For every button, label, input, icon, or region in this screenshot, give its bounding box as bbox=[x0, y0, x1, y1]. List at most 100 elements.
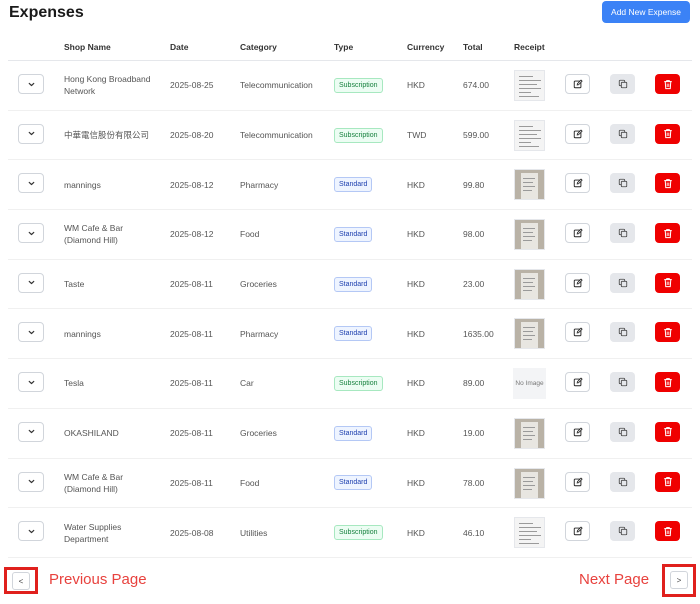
receipt-thumbnail[interactable] bbox=[514, 169, 545, 201]
expense-date: 2025-08-12 bbox=[170, 229, 214, 240]
edit-icon bbox=[573, 427, 583, 437]
chevron-down-icon bbox=[27, 80, 36, 89]
expense-total: 674.00 bbox=[463, 80, 489, 91]
expense-category: Food bbox=[240, 477, 260, 488]
expense-currency: HKD bbox=[407, 229, 425, 240]
trash-icon bbox=[663, 79, 673, 90]
delete-button[interactable] bbox=[655, 74, 680, 94]
add-new-expense-button[interactable]: Add New Expense bbox=[602, 1, 690, 23]
trash-icon bbox=[663, 128, 673, 139]
chevron-down-icon bbox=[27, 527, 36, 536]
previous-page-button[interactable]: < bbox=[12, 572, 30, 590]
edit-button[interactable] bbox=[565, 372, 590, 393]
delete-button[interactable] bbox=[655, 173, 680, 194]
chevron-down-icon bbox=[27, 427, 36, 436]
delete-button[interactable] bbox=[655, 322, 680, 343]
duplicate-button[interactable] bbox=[610, 272, 635, 293]
edit-icon bbox=[573, 327, 583, 337]
expand-row-button[interactable] bbox=[18, 521, 44, 542]
next-page-button[interactable]: > bbox=[670, 571, 688, 589]
table-row: WM Cafe & Bar (Diamond Hill) 2025-08-12 Fo… bbox=[8, 210, 692, 260]
delete-button[interactable] bbox=[655, 372, 680, 393]
edit-button[interactable] bbox=[565, 471, 590, 492]
receipt-thumbnail[interactable] bbox=[514, 517, 545, 549]
edit-button[interactable] bbox=[565, 272, 590, 293]
shop-name: Taste bbox=[64, 279, 85, 290]
type-badge: Standard bbox=[334, 475, 373, 491]
edit-icon bbox=[573, 476, 583, 487]
receipt-thumbnail[interactable] bbox=[514, 70, 545, 101]
expense-currency: HKD bbox=[407, 279, 425, 290]
delete-button[interactable] bbox=[655, 471, 680, 492]
edit-button[interactable] bbox=[565, 421, 590, 442]
expand-row-button[interactable] bbox=[18, 223, 44, 244]
edit-icon bbox=[573, 278, 583, 288]
expand-row-button[interactable] bbox=[18, 123, 44, 144]
column-header-total: Total bbox=[463, 42, 483, 52]
expense-total: 99.80 bbox=[463, 179, 485, 190]
expand-row-button[interactable] bbox=[18, 372, 44, 393]
expense-category: Telecommunication bbox=[240, 130, 313, 141]
duplicate-button[interactable] bbox=[610, 173, 635, 194]
table-row: mannings 2025-08-11 Pharmacy Standard HKD 163… bbox=[8, 309, 692, 360]
type-badge: Standard bbox=[334, 177, 373, 193]
expense-total: 19.00 bbox=[463, 428, 485, 439]
expense-currency: HKD bbox=[407, 428, 425, 439]
duplicate-button[interactable] bbox=[610, 123, 635, 144]
expense-category: Telecommunication bbox=[240, 80, 313, 91]
trash-icon bbox=[663, 277, 673, 288]
expand-row-button[interactable] bbox=[18, 74, 44, 94]
expense-currency: HKD bbox=[407, 477, 425, 488]
edit-button[interactable] bbox=[565, 173, 590, 194]
expand-row-button[interactable] bbox=[18, 421, 44, 442]
next-page-label: Next Page bbox=[579, 571, 650, 588]
receipt-thumbnail[interactable] bbox=[514, 119, 545, 151]
chevron-down-icon bbox=[27, 229, 36, 238]
column-header-type: Type bbox=[334, 42, 354, 52]
duplicate-button[interactable] bbox=[610, 74, 635, 94]
column-header-receipt: Receipt bbox=[514, 42, 545, 52]
chevron-down-icon bbox=[27, 179, 36, 188]
receipt-thumbnail[interactable] bbox=[514, 318, 545, 350]
expense-currency: HKD bbox=[407, 80, 425, 91]
expand-row-button[interactable] bbox=[18, 173, 44, 194]
expense-total: 89.00 bbox=[463, 378, 485, 389]
delete-button[interactable] bbox=[655, 223, 680, 244]
edit-button[interactable] bbox=[565, 223, 590, 244]
expand-row-button[interactable] bbox=[18, 272, 44, 293]
edit-icon bbox=[573, 228, 583, 238]
expense-category: Groceries bbox=[240, 428, 277, 439]
edit-button[interactable] bbox=[565, 521, 590, 542]
expense-currency: HKD bbox=[407, 527, 425, 538]
type-badge: Standard bbox=[334, 425, 373, 441]
duplicate-button[interactable] bbox=[610, 521, 635, 542]
expense-date: 2025-08-25 bbox=[170, 80, 214, 91]
receipt-thumbnail[interactable] bbox=[514, 417, 545, 449]
expense-total: 98.00 bbox=[463, 229, 485, 240]
delete-button[interactable] bbox=[655, 123, 680, 144]
type-badge: Subscription bbox=[334, 375, 383, 391]
table-row: Taste 2025-08-11 Groceries Standard HKD 23.00 bbox=[8, 260, 692, 310]
copy-icon bbox=[618, 178, 628, 188]
receipt-thumbnail[interactable] bbox=[514, 219, 545, 251]
duplicate-button[interactable] bbox=[610, 421, 635, 442]
edit-button[interactable] bbox=[565, 322, 590, 343]
trash-icon bbox=[663, 327, 673, 338]
delete-button[interactable] bbox=[655, 521, 680, 542]
duplicate-button[interactable] bbox=[610, 372, 635, 393]
delete-button[interactable] bbox=[655, 421, 680, 442]
edit-icon bbox=[573, 526, 583, 536]
duplicate-button[interactable] bbox=[610, 471, 635, 492]
duplicate-button[interactable] bbox=[610, 223, 635, 244]
receipt-thumbnail[interactable] bbox=[514, 467, 545, 499]
expand-row-button[interactable] bbox=[18, 322, 44, 343]
duplicate-button[interactable] bbox=[610, 322, 635, 343]
delete-button[interactable] bbox=[655, 272, 680, 293]
edit-icon bbox=[573, 129, 583, 139]
column-header-currency: Currency bbox=[407, 42, 445, 52]
shop-name: mannings bbox=[64, 328, 101, 339]
edit-button[interactable] bbox=[565, 74, 590, 94]
edit-button[interactable] bbox=[565, 123, 590, 144]
expand-row-button[interactable] bbox=[18, 471, 44, 492]
receipt-thumbnail[interactable] bbox=[514, 268, 545, 300]
